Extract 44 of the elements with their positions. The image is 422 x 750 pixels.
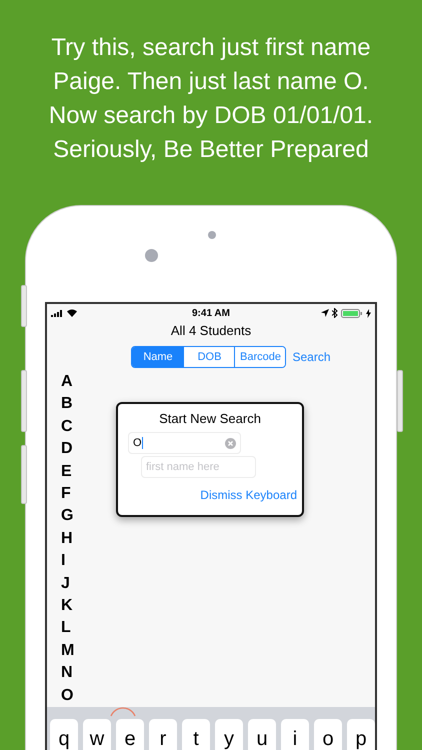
signal-icon [51,310,64,316]
index-letter[interactable]: F [61,483,71,506]
index-letter[interactable]: N [61,662,73,685]
segment-tab[interactable]: Barcode [234,347,286,367]
index-letter[interactable]: H [61,528,73,550]
segment-tab[interactable]: Name [132,347,184,367]
index-letter[interactable]: B [61,393,73,416]
speaker-icon [208,231,216,239]
index-letter[interactable]: O [61,684,74,708]
camera-icon [145,249,158,262]
touch-indicator-icon [109,707,137,717]
index-letter[interactable]: G [61,505,74,528]
charging-icon [366,308,371,318]
dismiss-keyboard-link[interactable]: Dismiss Keyboard [200,488,297,502]
keyboard-key[interactable]: p [347,719,375,750]
input-field[interactable]: O [128,432,241,454]
battery-icon [340,308,363,318]
screen-title: All 4 Students [170,322,252,340]
index-letter[interactable]: K [61,595,73,618]
caption-text: Try this, search just first name Paige. Then just last name O. Now search by DOB 01/01/01. Seriously, Be Better Prepared [48,33,374,165]
bluetooth-icon [332,308,338,318]
index-letter[interactable]: E [61,460,72,484]
index-letter[interactable]: D [61,438,73,461]
keyboard-key[interactable]: r [149,719,177,750]
keyboard-key[interactable]: u [248,719,276,750]
dialog-title: Start New Search [158,411,262,426]
keyboard-key[interactable]: q [50,719,78,750]
segment-tab[interactable]: DOB [183,347,234,367]
keyboard-key[interactable]: t [182,719,210,750]
index-letter[interactable]: A [61,371,73,394]
index-letter[interactable]: L [61,617,71,640]
clear-icon[interactable] [225,438,236,448]
index-letter[interactable]: I [61,550,66,573]
keyboard-key[interactable]: e [116,719,144,750]
keyboard-key[interactable]: i [281,719,309,750]
keyboard-key[interactable]: o [314,719,342,750]
index-letter[interactable]: M [61,640,74,662]
location-icon [320,309,329,317]
keyboard-key[interactable]: w [83,719,111,750]
keyboard-key[interactable]: y [215,719,243,750]
wifi-icon [67,309,77,317]
index-letter[interactable]: J [61,572,70,596]
index-letter[interactable]: C [61,416,73,438]
status-time: 9:41 AM [192,308,230,318]
